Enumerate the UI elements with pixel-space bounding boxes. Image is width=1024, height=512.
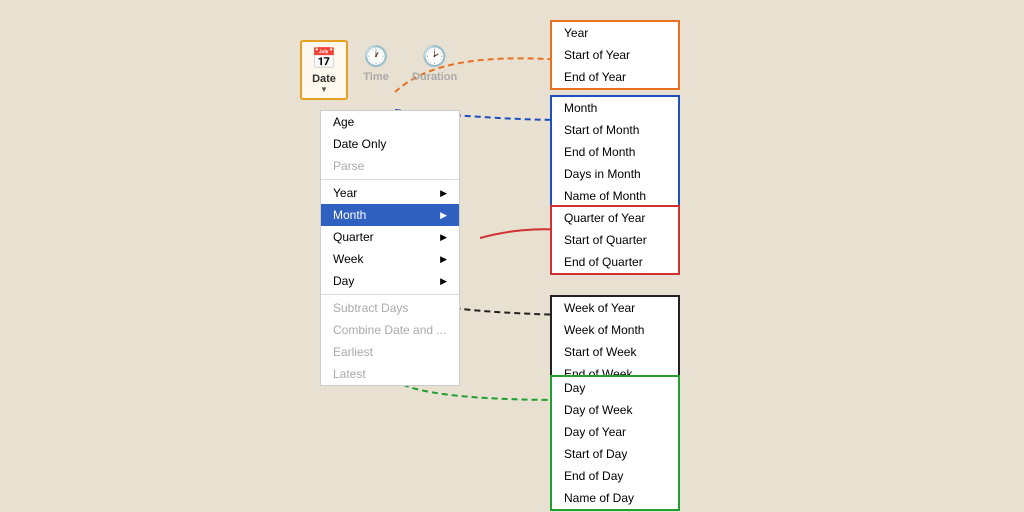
main-container: 📅 Date ▼ 🕐 Time 🕑 Duration Age Date Only… xyxy=(300,40,465,108)
month-item-name[interactable]: Name of Month xyxy=(552,185,678,207)
dropdown-menu: Age Date Only Parse Year Month Quarter W… xyxy=(320,110,460,386)
quarter-item-end[interactable]: End of Quarter xyxy=(552,251,678,273)
menu-item-subtract: Subtract Days xyxy=(321,297,459,319)
menu-item-quarter[interactable]: Quarter xyxy=(321,226,459,248)
year-item-start[interactable]: Start of Year xyxy=(552,44,678,66)
day-item-end[interactable]: End of Day xyxy=(552,465,678,487)
toolbar: 📅 Date ▼ 🕐 Time 🕑 Duration xyxy=(300,40,465,100)
week-item-start[interactable]: Start of Week xyxy=(552,341,678,363)
day-item-dow[interactable]: Day of Week xyxy=(552,399,678,421)
month-item-month[interactable]: Month xyxy=(552,97,678,119)
separator-1 xyxy=(321,179,459,180)
duration-icon: 🕑 xyxy=(422,44,447,69)
menu-item-week[interactable]: Week xyxy=(321,248,459,270)
day-item-day[interactable]: Day xyxy=(552,377,678,399)
submenu-year: Year Start of Year End of Year xyxy=(550,20,680,90)
month-item-end[interactable]: End of Month xyxy=(552,141,678,163)
menu-item-combine: Combine Date and ... xyxy=(321,319,459,341)
date-arrow: ▼ xyxy=(320,85,328,94)
quarter-item-qoy[interactable]: Quarter of Year xyxy=(552,207,678,229)
separator-2 xyxy=(321,294,459,295)
time-button[interactable]: 🕐 Time xyxy=(352,40,400,100)
menu-item-dateonly[interactable]: Date Only xyxy=(321,133,459,155)
date-icon: 📅 xyxy=(312,46,337,71)
menu-item-month[interactable]: Month xyxy=(321,204,459,226)
duration-button[interactable]: 🕑 Duration xyxy=(404,40,465,100)
date-button[interactable]: 📅 Date ▼ xyxy=(300,40,348,100)
menu-item-year[interactable]: Year xyxy=(321,182,459,204)
day-item-start[interactable]: Start of Day xyxy=(552,443,678,465)
menu-item-age[interactable]: Age xyxy=(321,111,459,133)
time-label: Time xyxy=(363,71,388,83)
quarter-item-start[interactable]: Start of Quarter xyxy=(552,229,678,251)
arrows-overlay xyxy=(0,0,1024,512)
month-item-start[interactable]: Start of Month xyxy=(552,119,678,141)
day-item-name[interactable]: Name of Day xyxy=(552,487,678,509)
time-icon: 🕐 xyxy=(364,44,389,69)
menu-item-earliest: Earliest xyxy=(321,341,459,363)
date-label: Date xyxy=(312,73,336,85)
submenu-week: Week of Year Week of Month Start of Week… xyxy=(550,295,680,387)
month-item-days[interactable]: Days in Month xyxy=(552,163,678,185)
day-item-doy[interactable]: Day of Year xyxy=(552,421,678,443)
submenu-day: Day Day of Week Day of Year Start of Day… xyxy=(550,375,680,511)
menu-item-latest: Latest xyxy=(321,363,459,385)
menu-item-day[interactable]: Day xyxy=(321,270,459,292)
menu-item-parse: Parse xyxy=(321,155,459,177)
week-item-woy[interactable]: Week of Year xyxy=(552,297,678,319)
duration-label: Duration xyxy=(412,71,457,83)
submenu-month: Month Start of Month End of Month Days i… xyxy=(550,95,680,209)
week-item-wom[interactable]: Week of Month xyxy=(552,319,678,341)
submenu-quarter: Quarter of Year Start of Quarter End of … xyxy=(550,205,680,275)
year-item-year[interactable]: Year xyxy=(552,22,678,44)
year-item-end[interactable]: End of Year xyxy=(552,66,678,88)
